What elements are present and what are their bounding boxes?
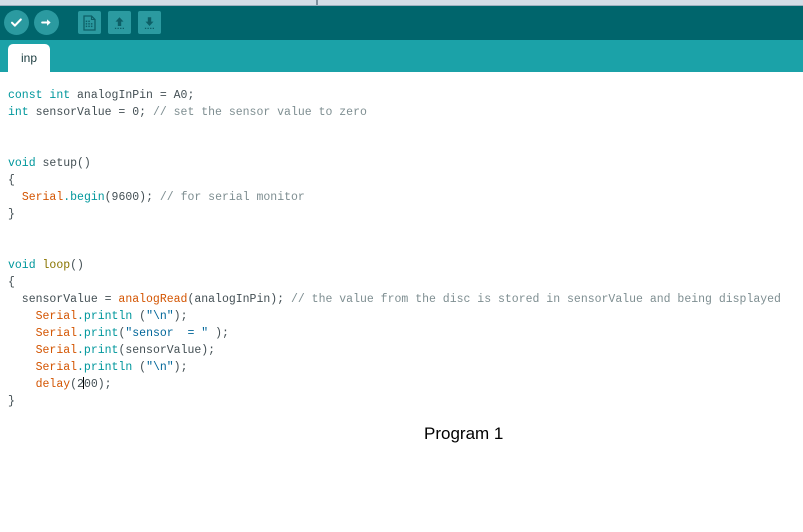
code-token: // set the sensor value to zero: [152, 106, 367, 119]
code-token: // the value from the disc is stored in …: [290, 293, 781, 306]
code-token: // for serial monitor: [159, 191, 305, 204]
code-token: (: [132, 310, 147, 323]
code-editor[interactable]: const int analogInPin = A0; int sensorVal…: [0, 72, 803, 532]
code-line: void loop(): [8, 257, 781, 274]
code-line: }: [8, 393, 781, 410]
verify-button[interactable]: [3, 9, 30, 36]
code-line: int sensorValue = 0; // set the sensor v…: [8, 104, 781, 121]
code-line: delay(200);: [8, 376, 781, 393]
code-token: sensorValue =: [8, 293, 119, 306]
code-line: Serial.print(sensorValue);: [8, 342, 781, 359]
code-line: Serial.println ("\n");: [8, 359, 781, 376]
code-token: "\n": [146, 361, 174, 374]
code-token: delay: [35, 378, 71, 391]
tab-inp[interactable]: inp: [8, 44, 50, 72]
figure-caption: Program 1: [424, 424, 504, 443]
arduino-ide-window: inp const int analogInPin = A0; int senso…: [0, 0, 803, 532]
code-token: Serial: [35, 361, 78, 374]
arrow-right-icon: [34, 10, 59, 35]
code-token: .println: [77, 310, 133, 323]
tab-inp-label: inp: [20, 51, 37, 65]
code-token: (sensorValue);: [118, 344, 216, 357]
save-button[interactable]: [136, 9, 163, 36]
code-token: (2: [70, 378, 84, 391]
code-line: }: [8, 206, 781, 223]
code-line: Serial.begin(9600); // for serial monito…: [8, 189, 781, 206]
code-token: "sensor = ": [125, 327, 209, 340]
code-token: {: [8, 174, 15, 187]
code-token: );: [173, 310, 188, 323]
code-token: (): [77, 157, 91, 170]
code-token: (9600);: [104, 191, 160, 204]
code-token: Serial: [35, 344, 78, 357]
toolbar: [0, 6, 803, 40]
code-content[interactable]: const int analogInPin = A0; int sensorVal…: [8, 87, 781, 410]
code-token: setup: [42, 157, 78, 170]
code-token: .print: [77, 327, 119, 340]
code-token: int: [8, 106, 36, 119]
code-token: (analogInPin);: [187, 293, 291, 306]
code-token: .print: [77, 344, 119, 357]
code-token: analogRead: [118, 293, 188, 306]
code-line: {: [8, 274, 781, 291]
code-token: analogInPin = A0;: [77, 89, 195, 102]
arrow-down-icon: [138, 11, 161, 34]
tab-bar: inp: [0, 40, 803, 72]
code-token: Serial: [21, 191, 64, 204]
upload-button[interactable]: [33, 9, 60, 36]
window-strip-nub: [316, 0, 318, 5]
code-line: Serial.print("sensor = " );: [8, 325, 781, 342]
arrow-up-icon: [108, 11, 131, 34]
code-token: (: [132, 361, 147, 374]
code-token: Serial: [35, 310, 78, 323]
code-token: "\n": [146, 310, 174, 323]
toolbar-button-group: [3, 9, 163, 36]
code-token: .println: [77, 361, 133, 374]
code-line: sensorValue = analogRead(analogInPin); /…: [8, 291, 781, 308]
open-button[interactable]: [106, 9, 133, 36]
code-token: (): [70, 259, 84, 272]
code-token: void: [8, 157, 43, 170]
code-token: 00);: [83, 378, 112, 391]
code-token: );: [173, 361, 188, 374]
code-token: const: [8, 89, 50, 102]
code-token: loop: [42, 259, 71, 272]
code-line: {: [8, 172, 781, 189]
check-icon: [4, 10, 29, 35]
code-line: const int analogInPin = A0;: [8, 87, 781, 104]
new-button[interactable]: [76, 9, 103, 36]
new-document-icon: [78, 11, 101, 34]
code-token: {: [8, 276, 15, 289]
code-token: .begin: [63, 191, 105, 204]
code-token: sensorValue = 0;: [35, 106, 153, 119]
code-line: Serial.println ("\n");: [8, 308, 781, 325]
code-token: );: [208, 327, 229, 340]
code-token: }: [8, 395, 15, 408]
code-line: void setup(): [8, 155, 781, 172]
code-token: void: [8, 259, 43, 272]
code-token: }: [8, 208, 15, 221]
code-token: int: [49, 89, 78, 102]
code-token: Serial: [35, 327, 78, 340]
